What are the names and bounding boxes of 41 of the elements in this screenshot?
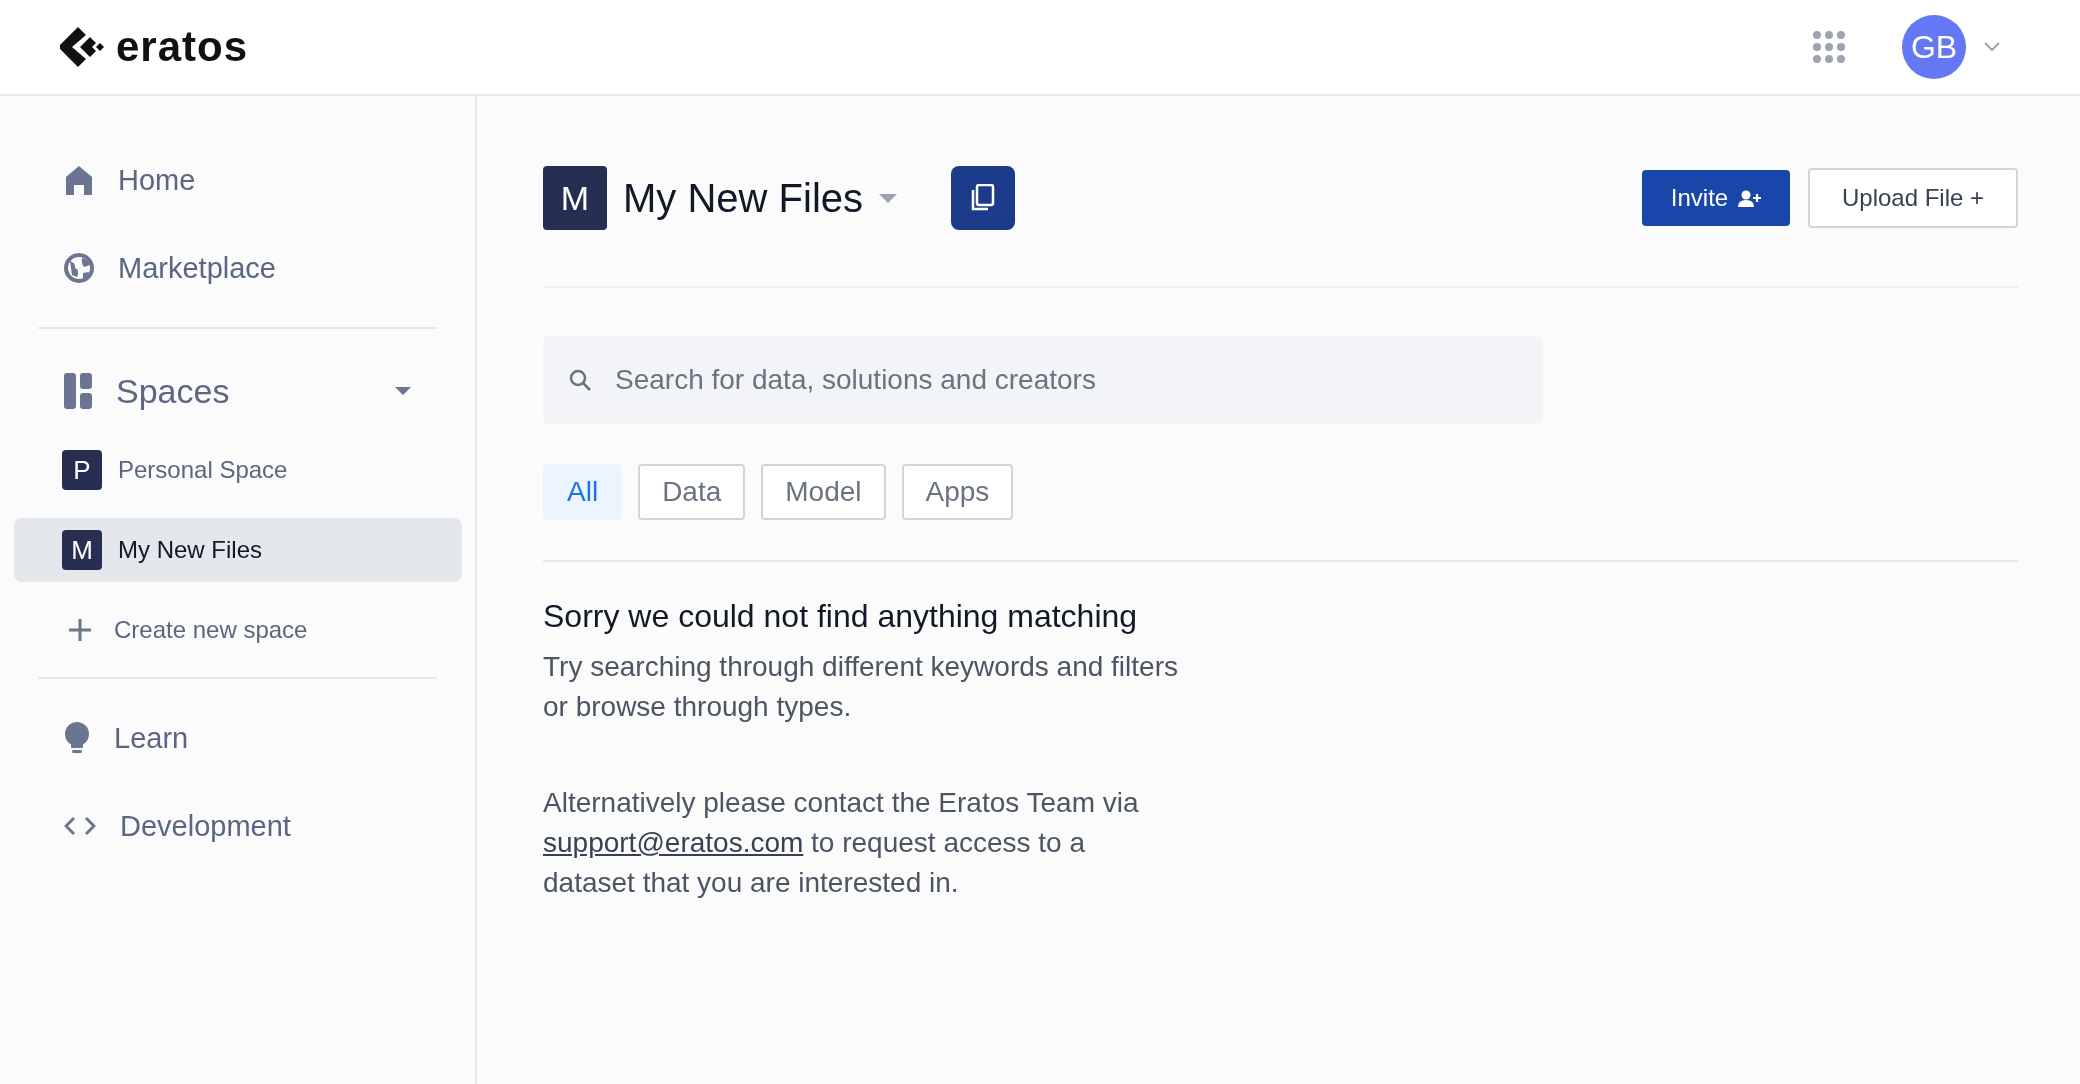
upload-file-button[interactable]: Upload File +	[1808, 168, 2018, 228]
spaces-icon	[64, 373, 92, 409]
support-email-link[interactable]: support@eratos.com	[543, 827, 804, 858]
lightbulb-icon	[64, 722, 90, 754]
space-title: My New Files	[623, 175, 864, 221]
user-avatar[interactable]: GB	[1902, 15, 1966, 79]
nav-item[interactable]: Learn	[14, 694, 461, 782]
apps-grid-icon[interactable]	[1812, 30, 1846, 64]
chevron-down-icon[interactable]	[1984, 42, 2000, 52]
caret-icon[interactable]	[395, 387, 411, 395]
nav-item[interactable]: Home	[14, 136, 461, 224]
filter-tab[interactable]: Apps	[901, 464, 1014, 520]
space-name: My New Files	[118, 536, 262, 564]
space-initial-badge: P	[62, 450, 102, 490]
filter-tab[interactable]: All	[543, 464, 623, 520]
copy-icon	[970, 184, 997, 212]
copy-button[interactable]	[951, 166, 1016, 230]
space-item[interactable]: M My New Files	[14, 518, 462, 582]
spaces-heading: Spaces	[116, 371, 231, 411]
contact-paragraph: Alternatively please contact the Eratos Team via support@eratos.com to request access to a dataset that you are interested in.	[543, 786, 1140, 900]
empty-state-message: Try searching through different keywords and filters or browse through types.	[543, 650, 1179, 724]
search-field[interactable]: Search for data, solutions and creators	[543, 336, 1543, 424]
nav-item[interactable]: Development	[14, 782, 461, 870]
space-name: Personal Space	[118, 456, 288, 484]
nav-item[interactable]: Marketplace	[14, 224, 461, 312]
globe-icon	[64, 253, 94, 283]
filter-tab[interactable]: Model	[761, 464, 886, 520]
space-initial-badge: M	[62, 530, 102, 570]
invite-button[interactable]: Invite	[1642, 170, 1790, 226]
caret-icon[interactable]	[879, 193, 898, 203]
create-space-link[interactable]: Create new space	[14, 598, 461, 662]
home-icon	[64, 164, 94, 196]
space-item[interactable]: P Personal Space	[14, 438, 462, 502]
logo-text[interactable]: eratos	[116, 23, 249, 71]
logo-icon	[60, 27, 104, 67]
code-brackets-icon	[64, 815, 96, 837]
space-initial-badge: M	[543, 166, 607, 230]
filter-tab[interactable]: Data	[638, 464, 746, 520]
plus-icon	[68, 618, 92, 642]
empty-state-heading: Sorry we could not find anything matching	[543, 598, 1139, 635]
add-user-icon	[1738, 189, 1762, 207]
